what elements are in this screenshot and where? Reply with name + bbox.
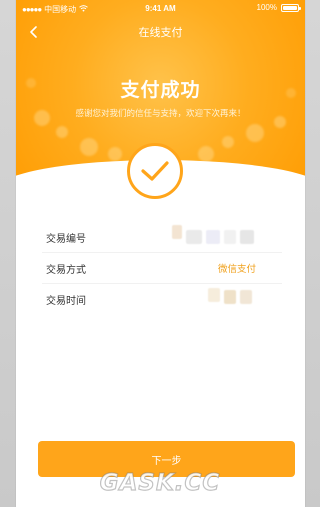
battery-icon — [281, 3, 301, 12]
detail-label: 交易编号 — [46, 233, 86, 245]
screenshot-canvas: ●●●●● 中国移动 9:41 AM 100% 在线支付 支付成功 感谢您对我们… — [0, 0, 320, 507]
success-badge — [127, 143, 183, 199]
next-step-button[interactable]: 下一步 — [38, 441, 295, 477]
check-icon — [141, 161, 169, 181]
payment-method-value: 微信支付 — [217, 264, 256, 275]
detail-row-payment-method: 交易方式 微信支付 — [42, 253, 282, 284]
detail-row-transaction-time: 交易时间 — [42, 284, 282, 314]
transaction-details: 交易编号 交易方式 微信支付 交易时间 — [42, 222, 282, 314]
detail-label: 交易时间 — [46, 295, 86, 307]
detail-label: 交易方式 — [46, 264, 86, 276]
navigation-bar: 在线支付 — [16, 20, 305, 48]
page-title: 在线支付 — [138, 26, 183, 39]
success-title: 支付成功 — [120, 79, 201, 101]
battery-percent: 100% — [256, 3, 277, 12]
detail-row-transaction-id: 交易编号 — [42, 222, 282, 253]
success-subtitle: 感谢您对我们的信任与支持，欢迎下次再来！ — [75, 109, 246, 119]
status-bar: ●●●●● 中国移动 9:41 AM 100% — [16, 0, 305, 18]
phone-screen: ●●●●● 中国移动 9:41 AM 100% 在线支付 支付成功 感谢您对我们… — [16, 0, 305, 507]
